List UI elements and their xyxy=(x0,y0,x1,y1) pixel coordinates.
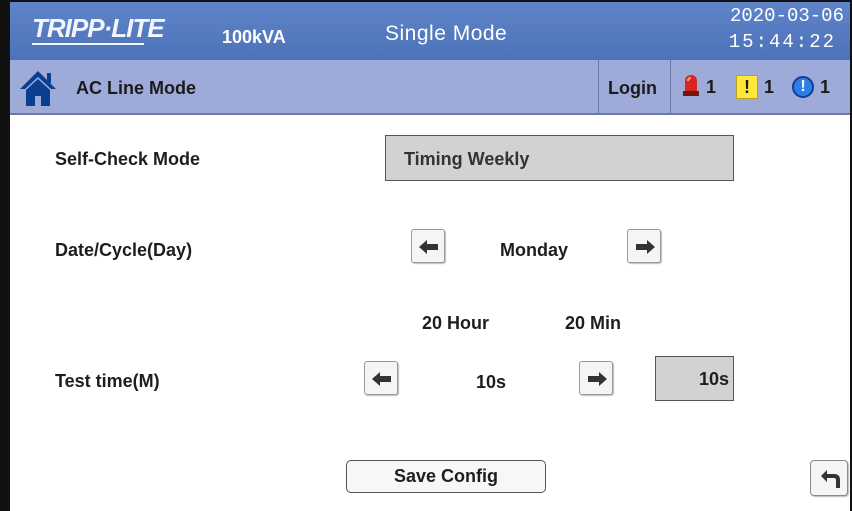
info-count: 1 xyxy=(820,76,831,97)
divider xyxy=(670,60,671,113)
test-time-next-button[interactable] xyxy=(579,361,613,395)
self-check-mode-select[interactable]: Timing Weekly xyxy=(385,135,734,181)
alarm-warning[interactable]: ! 1 xyxy=(736,75,774,99)
self-check-mode-label: Self-Check Mode xyxy=(55,149,201,169)
capacity-label: 100kVA xyxy=(222,27,286,47)
divider xyxy=(598,60,599,113)
test-time-display: 10s xyxy=(655,356,734,401)
info-icon: ! xyxy=(792,76,814,98)
minute-value[interactable]: 20 Min xyxy=(565,313,621,334)
day-next-button[interactable] xyxy=(627,229,661,263)
date-display: 2020-03-06 xyxy=(729,5,844,27)
day-prev-button[interactable] xyxy=(411,229,445,263)
warning-count: 1 xyxy=(764,76,775,97)
arrow-right-icon xyxy=(636,240,655,254)
test-time-label: Test time(M) xyxy=(55,371,160,391)
back-button[interactable] xyxy=(810,460,848,496)
arrow-left-icon xyxy=(419,240,438,254)
siren-alarm-icon xyxy=(682,73,700,102)
ups-status-label: AC Line Mode xyxy=(76,78,196,98)
alarm-critical[interactable]: 1 xyxy=(682,73,717,102)
save-config-button[interactable]: Save Config xyxy=(346,460,546,493)
arrow-right-icon xyxy=(588,372,607,386)
day-value: Monday xyxy=(500,240,569,260)
home-icon[interactable] xyxy=(18,69,58,107)
date-cycle-label: Date/Cycle(Day) xyxy=(55,240,193,260)
mode-title: Single Mode xyxy=(385,22,508,45)
brand-logo: TRIPP·LITE xyxy=(32,13,165,45)
alarm-info[interactable]: ! 1 xyxy=(792,75,830,99)
login-button[interactable]: Login xyxy=(608,78,657,99)
hour-value[interactable]: 20 Hour xyxy=(422,313,489,334)
time-display: 15:44:22 xyxy=(728,31,836,53)
test-time-prev-button[interactable] xyxy=(364,361,398,395)
return-arrow-icon xyxy=(821,470,840,488)
test-time-value: 10s xyxy=(476,372,507,392)
status-bar: AC Line Mode Login 1 ! 1 ! 1 xyxy=(10,60,850,115)
header-bar: TRIPP·LITE 100kVA Single Mode 2020-03-06… xyxy=(10,2,850,60)
arrow-left-icon xyxy=(372,372,391,386)
alarm-count: 1 xyxy=(706,76,717,97)
warning-icon: ! xyxy=(736,75,758,99)
